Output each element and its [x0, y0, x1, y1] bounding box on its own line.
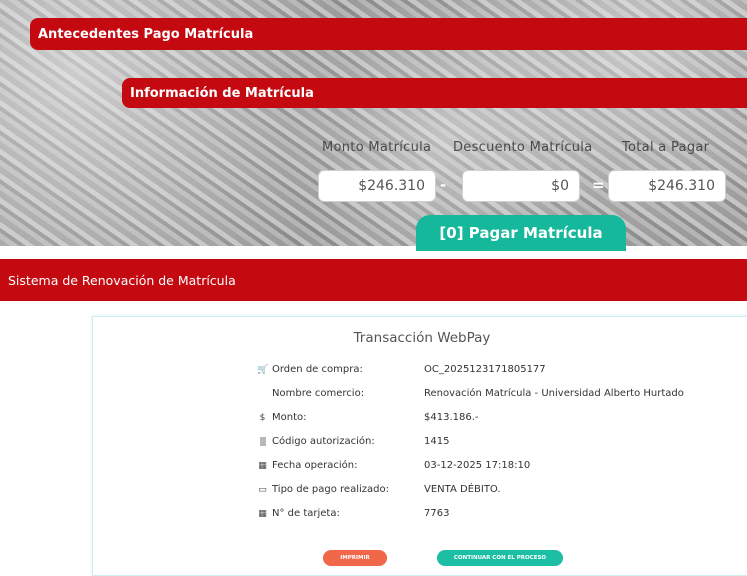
detail-row-card-number: ▦ N° de tarjeta: 7763 — [93, 508, 747, 528]
row-value: 03-12-2025 17:18:10 — [424, 460, 531, 471]
cart-icon: 🛒 — [257, 364, 269, 375]
total-field: $246.310 — [608, 170, 726, 202]
webpay-transaction-card: Transacción WebPay 🛒 Orden de compra: OC_… — [92, 316, 747, 576]
info-title: Información de Matrícula — [130, 85, 314, 101]
monto-field: $246.310 — [318, 170, 436, 202]
credit-card-icon: ▭ — [258, 484, 267, 495]
row-label: Tipo de pago realizado: — [272, 484, 389, 495]
detail-row-order: 🛒 Orden de compra: OC_2025123171805177 — [93, 364, 747, 384]
section-header-antecedentes: Antecedentes Pago Matrícula — [30, 18, 747, 50]
detail-row-payment-type: ▭ Tipo de pago realizado: VENTA DÉBITO. — [93, 484, 747, 504]
equals-sign: = — [592, 176, 605, 194]
descuento-label: Descuento Matrícula — [453, 140, 593, 155]
row-value: 1415 — [424, 436, 450, 447]
descuento-field: $0 — [462, 170, 580, 202]
total-label: Total a Pagar — [622, 140, 710, 155]
row-value: $413.186.- — [424, 412, 479, 423]
row-label: Orden de compra: — [272, 364, 363, 375]
row-label: Código autorización: — [272, 436, 375, 447]
print-button-label: IMPRIMIR — [340, 555, 370, 561]
detail-row-date: ▦ Fecha operación: 03-12-2025 17:18:10 — [93, 460, 747, 480]
detail-row-merchant: Nombre comercio: Renovación Matrícula - … — [93, 388, 747, 408]
row-label: Nombre comercio: — [272, 388, 365, 399]
monto-value: $246.310 — [358, 178, 425, 194]
continue-button-label: CONTINUAR CON EL PROCESO — [453, 555, 547, 561]
row-value: 7763 — [424, 508, 450, 519]
pay-enrollment-button[interactable]: [0] Pagar Matrícula — [416, 215, 626, 251]
row-value: VENTA DÉBITO. — [424, 484, 501, 495]
total-value: $246.310 — [648, 178, 715, 194]
barcode-icon: ||| — [259, 436, 266, 447]
row-label: Monto: — [272, 412, 307, 423]
renewal-bar-title: Sistema de Renovación de Matrícula — [8, 272, 236, 288]
minus-sign: - — [440, 176, 447, 194]
detail-row-amount: $ Monto: $413.186.- — [93, 412, 747, 432]
row-label: N° de tarjeta: — [272, 508, 340, 519]
print-button[interactable]: IMPRIMIR — [323, 550, 387, 566]
renewal-system-bar: Sistema de Renovación de Matrícula — [0, 259, 747, 301]
detail-row-auth-code: ||| Código autorización: 1415 — [93, 436, 747, 456]
dollar-icon: $ — [259, 412, 266, 423]
row-value: Renovación Matrícula - Universidad Alber… — [424, 388, 684, 399]
section-title: Antecedentes Pago Matrícula — [38, 26, 254, 42]
row-value: OC_2025123171805177 — [424, 364, 546, 375]
transaction-title: Transacción WebPay — [353, 330, 491, 346]
continue-process-button[interactable]: CONTINUAR CON EL PROCESO — [437, 550, 563, 566]
calendar-icon: ▦ — [258, 460, 267, 471]
calendar-icon: ▦ — [258, 508, 267, 519]
row-label: Fecha operación: — [272, 460, 358, 471]
pay-button-label: [0] Pagar Matrícula — [439, 224, 603, 242]
section-header-informacion: Información de Matrícula — [122, 78, 747, 108]
descuento-value: $0 — [551, 178, 569, 194]
monto-label: Monto Matrícula — [322, 140, 432, 155]
